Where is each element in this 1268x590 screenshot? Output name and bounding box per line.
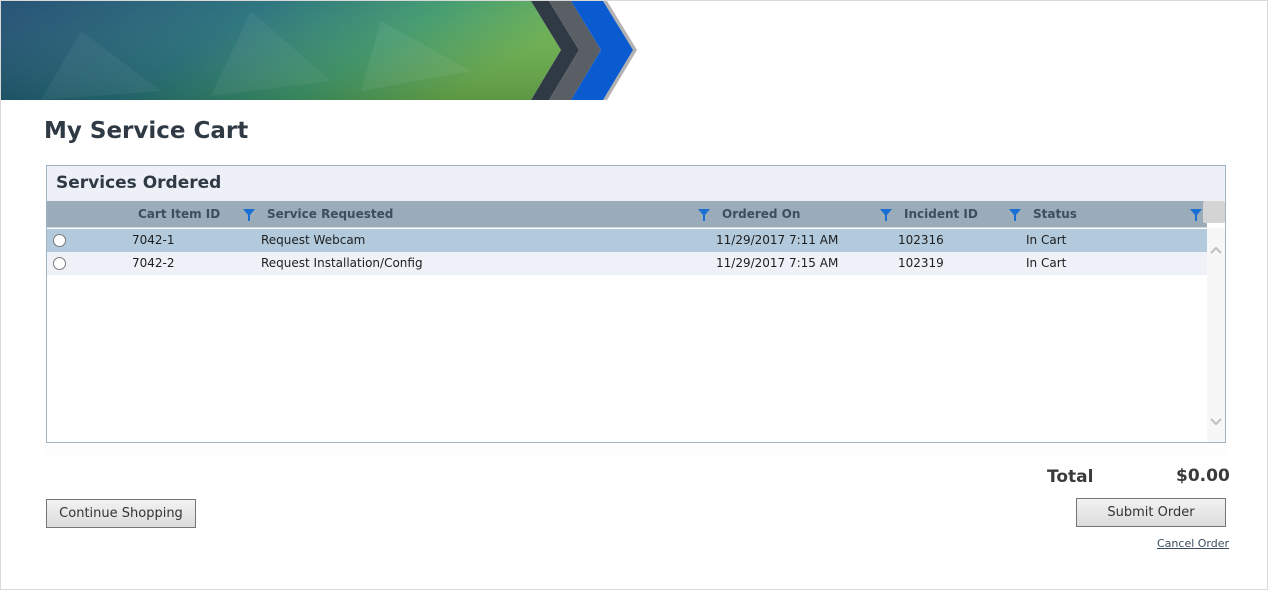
filter-icon[interactable]: [1190, 209, 1202, 221]
cart-item-id-cell: 7042-1: [132, 233, 175, 247]
cart-item-id-cell: 7042-2: [132, 256, 175, 270]
table-row[interactable]: 7042-1 Request Webcam 11/29/2017 7:11 AM…: [47, 229, 1207, 252]
banner-chevron-graphic: [1, 1, 637, 100]
chevron-up-icon[interactable]: [1209, 244, 1223, 258]
submit-order-button[interactable]: Submit Order: [1076, 498, 1226, 527]
total-value: $0.00: [1176, 466, 1230, 486]
row-select-radio[interactable]: [53, 257, 66, 270]
column-header-cart-item-id[interactable]: Cart Item ID: [138, 201, 220, 228]
grid-header: Cart Item ID Service Requested Ordered O…: [47, 201, 1207, 228]
chevron-down-icon[interactable]: [1209, 414, 1223, 428]
filter-icon[interactable]: [1009, 209, 1021, 221]
cancel-order-link[interactable]: Cancel Order: [1157, 537, 1229, 550]
filter-icon[interactable]: [698, 209, 710, 221]
header-banner: [1, 1, 641, 100]
ordered-on-cell: 11/29/2017 7:11 AM: [716, 233, 839, 247]
service-requested-cell: Request Installation/Config: [261, 256, 423, 270]
column-header-ordered-on[interactable]: Ordered On: [722, 201, 800, 228]
panel-title: Services Ordered: [47, 166, 1225, 201]
row-select-radio[interactable]: [53, 234, 66, 247]
total-label: Total: [1047, 467, 1094, 487]
incident-id-cell: 102316: [898, 233, 944, 247]
column-header-service-requested[interactable]: Service Requested: [267, 201, 393, 228]
services-ordered-panel: Services Ordered Cart Item ID Service Re…: [46, 165, 1226, 443]
scrollbar-corner: [1203, 201, 1225, 223]
filter-icon[interactable]: [880, 209, 892, 221]
vertical-scrollbar[interactable]: [1207, 228, 1225, 442]
incident-id-cell: 102319: [898, 256, 944, 270]
page-title: My Service Cart: [44, 118, 249, 144]
grid-rows: 7042-1 Request Webcam 11/29/2017 7:11 AM…: [47, 229, 1207, 275]
column-header-status[interactable]: Status: [1033, 201, 1077, 228]
column-header-incident-id[interactable]: Incident ID: [904, 201, 978, 228]
service-requested-cell: Request Webcam: [261, 233, 366, 247]
ordered-on-cell: 11/29/2017 7:15 AM: [716, 256, 839, 270]
continue-shopping-button[interactable]: Continue Shopping: [46, 499, 196, 528]
status-cell: In Cart: [1026, 256, 1067, 270]
filter-icon[interactable]: [243, 209, 255, 221]
table-row[interactable]: 7042-2 Request Installation/Config 11/29…: [47, 252, 1207, 275]
status-cell: In Cart: [1026, 233, 1067, 247]
